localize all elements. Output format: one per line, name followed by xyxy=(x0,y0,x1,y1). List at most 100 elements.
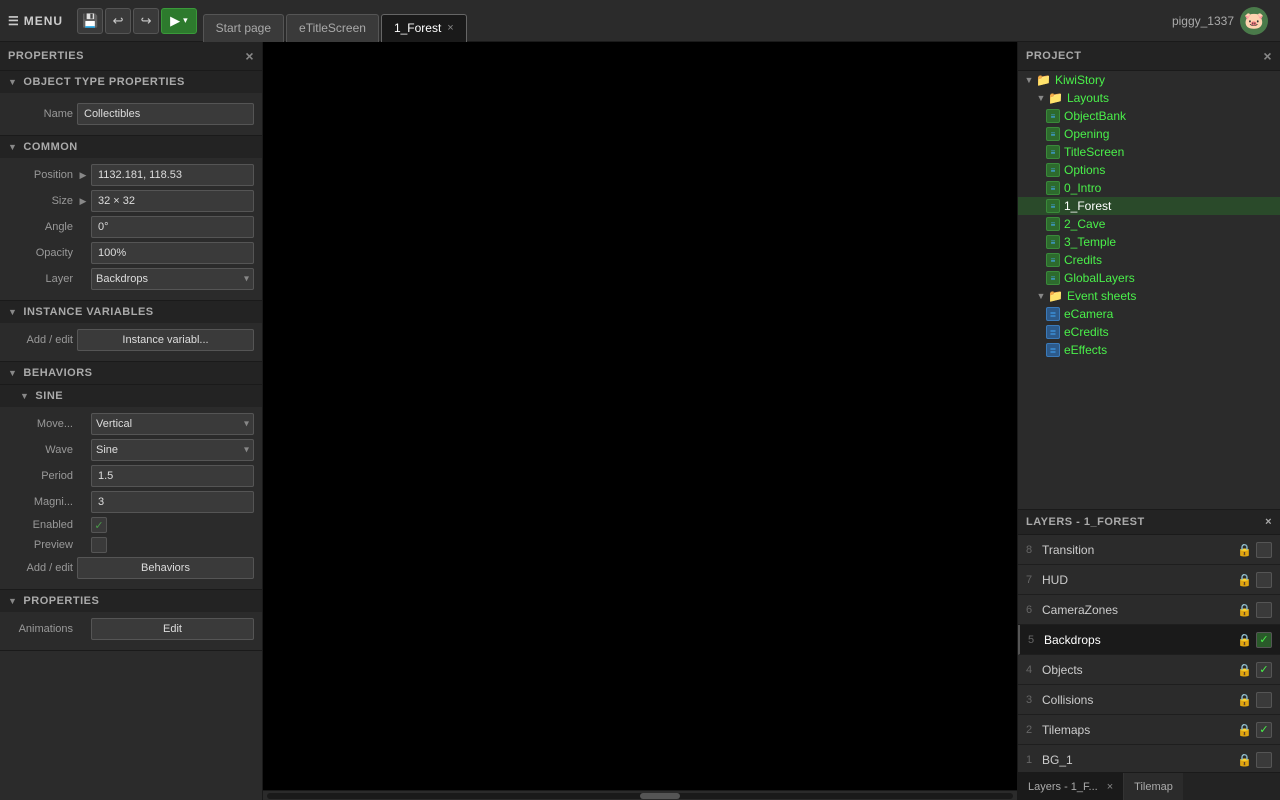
save-button[interactable]: 💾 xyxy=(77,8,103,34)
project-close[interactable]: × xyxy=(1263,48,1272,64)
layout-opening[interactable]: ≡ Opening xyxy=(1018,125,1280,143)
layers-list: 8 Transition 🔒 7 HUD 🔒 6 CameraZones 🔒 xyxy=(1018,535,1280,772)
size-value[interactable]: 32 × 32 xyxy=(91,190,254,212)
layer-backdrops[interactable]: 5 Backdrops 🔒 ✓ xyxy=(1018,625,1280,655)
instance-variables-content: Add / edit Instance variabl... xyxy=(0,323,262,361)
wave-select[interactable]: Sine xyxy=(91,439,254,461)
layer-collisions[interactable]: 3 Collisions 🔒 xyxy=(1018,685,1280,715)
scrollbar-track[interactable] xyxy=(267,793,1013,799)
tab-etitle-screen[interactable]: eTitleScreen xyxy=(286,14,379,42)
forest-tab-close[interactable]: × xyxy=(447,22,453,34)
redo-button[interactable]: ↪ xyxy=(133,8,159,34)
common-section: ▼ COMMON Position ▶ 1132.181, 118.53 Siz… xyxy=(0,136,262,301)
behaviors-button[interactable]: Behaviors xyxy=(77,557,254,579)
properties-close[interactable]: × xyxy=(245,48,254,64)
layer-tilemaps[interactable]: 2 Tilemaps 🔒 ✓ xyxy=(1018,715,1280,745)
undo-button[interactable]: ↩ xyxy=(105,8,131,34)
layer-num-7: 7 xyxy=(1026,574,1042,586)
event-eeffects[interactable]: ≣ eEffects xyxy=(1018,341,1280,359)
layer-select[interactable]: Backdrops xyxy=(91,268,254,290)
layer-vis-collisions[interactable] xyxy=(1256,692,1272,708)
instance-variables-label: INSTANCE VARIABLES xyxy=(23,306,153,318)
event-ecamera[interactable]: ≣ eCamera xyxy=(1018,305,1280,323)
period-row: Period 1.5 xyxy=(8,465,254,487)
common-header[interactable]: ▼ COMMON xyxy=(0,136,262,158)
event-ecredits[interactable]: ≣ eCredits xyxy=(1018,323,1280,341)
tabs-area: Start page eTitleScreen 1_Forest × xyxy=(203,0,1160,42)
magni-value[interactable]: 3 xyxy=(91,491,254,513)
layer-vis-tilemaps[interactable]: ✓ xyxy=(1256,722,1272,738)
move-select[interactable]: Vertical xyxy=(91,413,254,435)
behaviors-header[interactable]: ▼ BEHAVIORS xyxy=(0,362,262,384)
layout-2cave[interactable]: ≡ 2_Cave xyxy=(1018,215,1280,233)
layer-lock-backdrops: 🔒 xyxy=(1237,633,1252,647)
tree-root[interactable]: ▼ 📁 KiwiStory xyxy=(1018,71,1280,89)
layer-name-camerazones: CameraZones xyxy=(1042,603,1237,617)
layer-objects[interactable]: 4 Objects 🔒 ✓ xyxy=(1018,655,1280,685)
instance-variables-header[interactable]: ▼ INSTANCE VARIABLES xyxy=(0,301,262,323)
tab-1forest[interactable]: 1_Forest × xyxy=(381,14,467,42)
period-value[interactable]: 1.5 xyxy=(91,465,254,487)
magni-row: Magni... 3 xyxy=(8,491,254,513)
user-area: piggy_1337 🐷 xyxy=(1160,7,1280,35)
behaviors-add-edit-label: Add / edit xyxy=(8,562,73,574)
opacity-row: Opacity 100% xyxy=(8,242,254,264)
opacity-label: Opacity xyxy=(8,247,73,259)
play-button[interactable]: ▶ ▾ xyxy=(161,8,197,34)
layer-hud[interactable]: 7 HUD 🔒 xyxy=(1018,565,1280,595)
properties-title: PROPERTIES xyxy=(8,50,84,62)
layer-vis-objects[interactable]: ✓ xyxy=(1256,662,1272,678)
event-eeffects-label: eEffects xyxy=(1064,343,1107,357)
user-avatar[interactable]: 🐷 xyxy=(1240,7,1268,35)
enabled-checkbox[interactable]: ✓ xyxy=(91,517,107,533)
canvas-area[interactable] xyxy=(263,42,1017,790)
event-sheets-folder[interactable]: ▼ 📁 Event sheets xyxy=(1018,287,1280,305)
layout-3temple[interactable]: ≡ 3_Temple xyxy=(1018,233,1280,251)
layers-tab1-close[interactable]: × xyxy=(1107,781,1113,793)
layers-tab-1[interactable]: Layers - 1_F... × xyxy=(1018,773,1124,800)
animations-edit-button[interactable]: Edit xyxy=(91,618,254,640)
common-content: Position ▶ 1132.181, 118.53 Size ▶ 32 × … xyxy=(0,158,262,300)
instance-variable-button[interactable]: Instance variabl... xyxy=(77,329,254,351)
layers-close[interactable]: × xyxy=(1265,516,1272,528)
layout-icon-options: ≡ xyxy=(1046,163,1060,177)
play-icon: ▶ xyxy=(170,13,180,29)
menu-button[interactable]: ☰ MENU xyxy=(0,14,71,28)
layers-tab1-label: Layers - 1_F... xyxy=(1028,781,1098,793)
behaviors-arrow: ▼ xyxy=(8,368,17,378)
layout-options[interactable]: ≡ Options xyxy=(1018,161,1280,179)
right-panel: PROJECT × ▼ 📁 KiwiStory ▼ 📁 Layouts ≡ Ob… xyxy=(1017,42,1280,800)
sine-label: SINE xyxy=(35,390,63,402)
layer-vis-camerazones[interactable] xyxy=(1256,602,1272,618)
layer-vis-hud[interactable] xyxy=(1256,572,1272,588)
layout-3temple-label: 3_Temple xyxy=(1064,235,1116,249)
layout-titlescreen[interactable]: ≡ TitleScreen xyxy=(1018,143,1280,161)
layer-vis-bg1[interactable] xyxy=(1256,752,1272,768)
preview-checkbox[interactable] xyxy=(91,537,107,553)
layer-lock-tilemaps: 🔒 xyxy=(1237,723,1252,737)
angle-value[interactable]: 0° xyxy=(91,216,254,238)
layer-vis-backdrops[interactable]: ✓ xyxy=(1256,632,1272,648)
opacity-value[interactable]: 100% xyxy=(91,242,254,264)
layout-1forest[interactable]: ≡ 1_Forest xyxy=(1018,197,1280,215)
position-value[interactable]: 1132.181, 118.53 xyxy=(91,164,254,186)
layout-globallayers[interactable]: ≡ GlobalLayers xyxy=(1018,269,1280,287)
layouts-folder[interactable]: ▼ 📁 Layouts xyxy=(1018,89,1280,107)
object-type-arrow: ▼ xyxy=(8,77,17,87)
layers-panel: LAYERS - 1_FOREST × 8 Transition 🔒 7 HUD… xyxy=(1018,510,1280,800)
layer-vis-transition[interactable] xyxy=(1256,542,1272,558)
name-value[interactable]: Collectibles xyxy=(77,103,254,125)
sine-header[interactable]: ▼ SINE xyxy=(0,385,262,407)
forest-tab-label: 1_Forest xyxy=(394,21,441,35)
tab-start-page[interactable]: Start page xyxy=(203,14,284,42)
layout-0intro[interactable]: ≡ 0_Intro xyxy=(1018,179,1280,197)
object-type-header[interactable]: ▼ OBJECT TYPE PROPERTIES xyxy=(0,71,262,93)
scrollbar-thumb[interactable] xyxy=(640,793,680,799)
properties-sub-header[interactable]: ▼ PROPERTIES xyxy=(0,590,262,612)
layout-credits[interactable]: ≡ Credits xyxy=(1018,251,1280,269)
layer-bg1[interactable]: 1 BG_1 🔒 xyxy=(1018,745,1280,772)
layers-tab-2[interactable]: Tilemap xyxy=(1124,773,1183,800)
layer-transition[interactable]: 8 Transition 🔒 xyxy=(1018,535,1280,565)
layout-objectbank[interactable]: ≡ ObjectBank xyxy=(1018,107,1280,125)
layer-camerazones[interactable]: 6 CameraZones 🔒 xyxy=(1018,595,1280,625)
